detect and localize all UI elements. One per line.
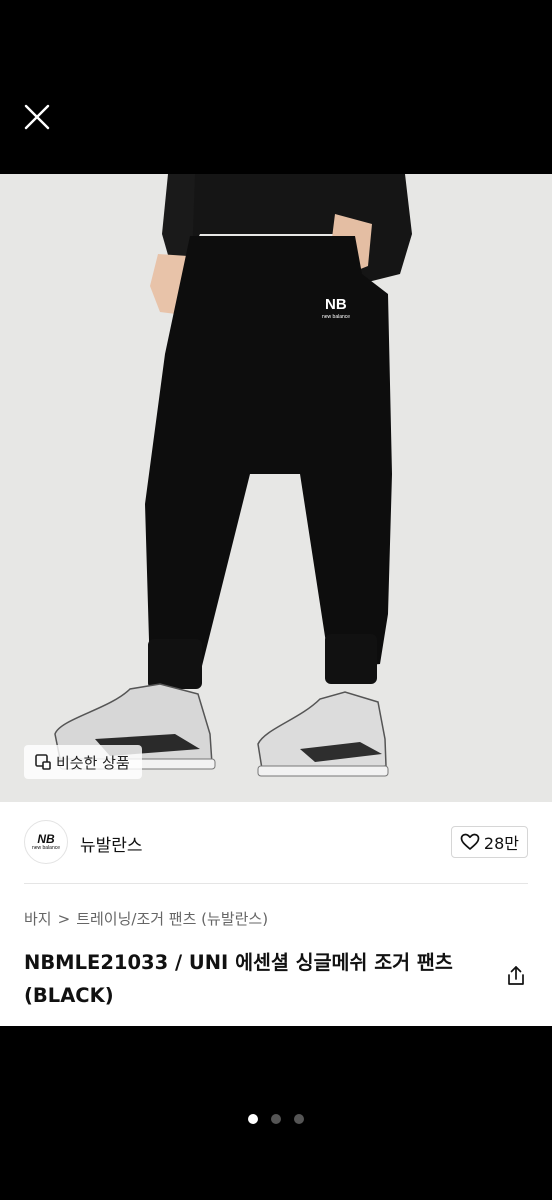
divider — [24, 883, 528, 884]
similar-products-label: 비슷한 상품 — [56, 753, 130, 772]
page-dot[interactable] — [248, 1114, 258, 1124]
top-bar — [0, 0, 552, 174]
share-icon — [508, 966, 524, 985]
brand-logo-mark: NB — [37, 831, 55, 846]
breadcrumb-subcategory[interactable]: 트레이닝/조거 팬츠 (뉴발란스) — [76, 908, 268, 929]
page-indicator — [0, 1114, 552, 1124]
product-title: NBMLE21033 / UNI 에센셜 싱글메쉬 조거 팬츠 (BLACK) — [24, 951, 453, 1007]
close-button[interactable] — [20, 100, 56, 136]
breadcrumb-separator: > — [57, 909, 71, 928]
share-button[interactable] — [504, 964, 528, 988]
svg-text:new balance: new balance — [322, 314, 350, 320]
brand-logo-subtext: new balance — [31, 844, 61, 851]
svg-text:NB: NB — [325, 296, 347, 313]
close-icon — [24, 104, 50, 130]
page-dot[interactable] — [271, 1114, 281, 1124]
brand-name[interactable]: 뉴발란스 — [80, 831, 143, 856]
product-info-panel: NB new balance 뉴발란스 28만 바지 > 트레이닝/조거 팬츠 … — [0, 802, 552, 1026]
like-button[interactable]: 28만 — [450, 826, 528, 858]
product-illustration: NB new balance — [0, 174, 552, 802]
product-photo[interactable]: NB new balance — [0, 174, 552, 802]
similar-search-icon — [35, 754, 51, 770]
breadcrumb-category[interactable]: 바지 — [24, 908, 52, 929]
like-count: 28만 — [483, 834, 519, 853]
brand-row: NB new balance 뉴발란스 28만 — [24, 820, 528, 868]
heart-icon — [460, 833, 480, 850]
brand-logo[interactable]: NB new balance — [24, 820, 68, 864]
breadcrumb: 바지 > 트레이닝/조거 팬츠 (뉴발란스) — [24, 908, 268, 929]
similar-products-button[interactable]: 비슷한 상품 — [24, 745, 142, 779]
page-dot[interactable] — [294, 1114, 304, 1124]
